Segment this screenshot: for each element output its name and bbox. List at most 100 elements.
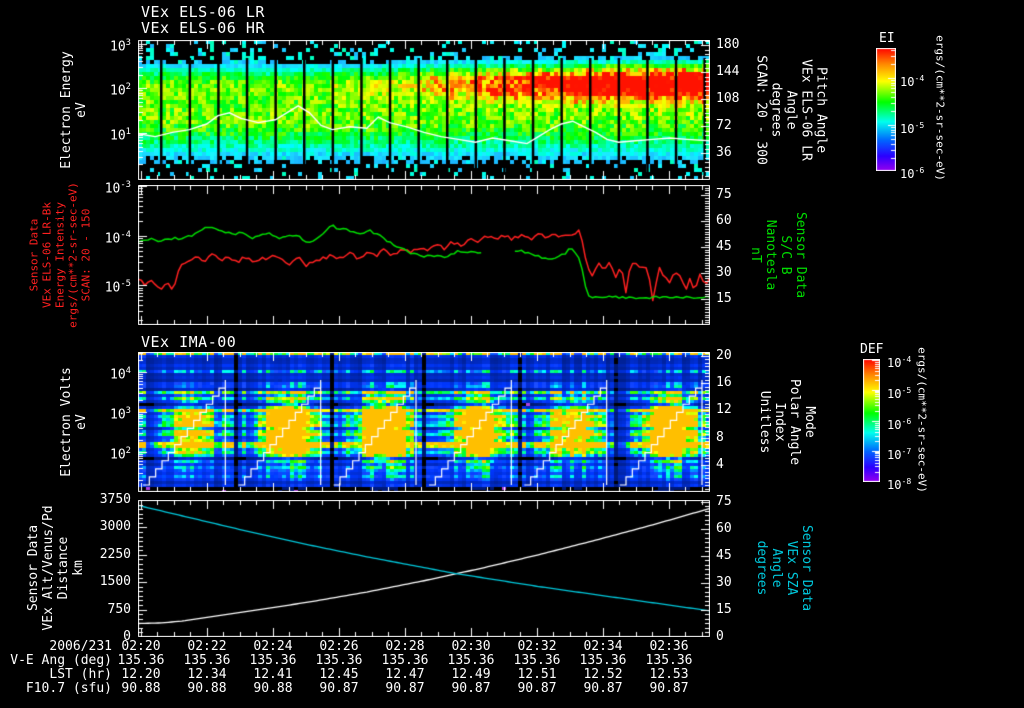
date-label: 2006/231: [49, 639, 112, 654]
axis-label-line: Pitch Angle: [813, 66, 829, 154]
table-row-label: V-E Ang (deg): [10, 653, 112, 668]
y-tick-label: 3750: [99, 492, 131, 507]
els-spectrogram-canvas: [138, 40, 710, 180]
table-cell: 12.41: [253, 667, 293, 682]
y-tick-label: 750: [107, 601, 131, 617]
right-axis-label: Mode Polar Angle Index Unitless: [757, 379, 817, 465]
table-cell: 12.20: [121, 667, 161, 682]
axis-label-line: Angle: [783, 90, 799, 130]
table-cell: 12.45: [319, 667, 359, 682]
y-tick-label: 3000: [99, 519, 131, 535]
altitude-sza-canvas: [138, 500, 710, 637]
colorbar-tick-label: 10-5: [887, 384, 912, 401]
colorbar-title: DEF: [860, 342, 884, 357]
ima-spectrogram-canvas: [138, 352, 710, 492]
table-cell: 135.36: [249, 653, 297, 668]
axis-label-line: Sensor Data: [26, 524, 41, 612]
table-cell: 135.36: [447, 653, 495, 668]
axis-label-line: Sensor Data: [793, 211, 808, 299]
y-tick-label: 8: [716, 429, 724, 445]
colorbar-tick-label: 10-6: [887, 415, 912, 432]
axis-label-line: Unitless: [757, 390, 772, 454]
axis-label-line: SCAN: 20 - 150: [79, 208, 93, 302]
intensity-bfield-canvas: [138, 185, 710, 325]
axis-label-line: S/C B: [778, 235, 793, 275]
y-tick-label: 2250: [99, 546, 131, 562]
table-cell: 12.47: [385, 667, 425, 682]
right-axis-label: Pitch Angle VEx ELS-06 LR Angle degrees SCAN…: [754, 55, 829, 165]
table-cell: 90.87: [385, 681, 425, 696]
colorbar-tick-label: 10-7: [887, 445, 912, 462]
axis-label-line: Nanotesla: [763, 219, 778, 291]
table-cell: 90.87: [649, 681, 689, 696]
time-tick-label: 02:36: [649, 639, 689, 654]
table-cell: 135.36: [513, 653, 561, 668]
axis-label-line: Sensor Data: [27, 218, 41, 292]
time-tick-label: 02:28: [385, 639, 425, 654]
ima-title: VEx IMA-00: [141, 333, 237, 351]
colorbar-ei: [876, 48, 896, 171]
table-cell: 12.51: [517, 667, 557, 682]
y-tick-label: 45: [716, 547, 732, 563]
table-cell: 90.87: [319, 681, 359, 696]
y-tick-label: 101: [110, 127, 131, 144]
time-tick-label: 02:24: [253, 639, 293, 654]
table-cell: 90.88: [187, 681, 227, 696]
y-tick-label: 60: [716, 213, 732, 229]
els-hr-title: VEx ELS-06 HR: [141, 19, 265, 37]
axis-label-line: VEx ELS-06 LR: [798, 59, 814, 161]
table-cell: 12.52: [583, 667, 623, 682]
y-tick-label: 0: [716, 629, 724, 644]
axis-label-line: Polar Angle: [787, 378, 802, 466]
table-cell: 135.36: [645, 653, 693, 668]
table-cell: 12.53: [649, 667, 689, 682]
axis-label-line: nT: [748, 247, 763, 263]
table-cell: 90.87: [517, 681, 557, 696]
colorbar-unit-label: ergs/(cm**2-sr-sec-eV): [915, 347, 929, 493]
colorbar-tick-label: 10-4: [900, 73, 925, 89]
colorbar-unit-label: ergs/(cm**2-sr-sec-eV): [933, 35, 947, 181]
y-tick-label: 108: [716, 91, 740, 107]
y-tick-label: 103: [110, 406, 131, 423]
y-tick-label: 102: [110, 445, 131, 463]
colorbar-tick-label: 10-8: [887, 475, 912, 492]
axis-label-line: VEx SZA: [784, 540, 799, 596]
time-tick-label: 02:22: [187, 639, 227, 654]
table-cell: 90.87: [451, 681, 491, 696]
time-tick-label: 02:34: [583, 639, 623, 654]
table-cell: 135.36: [117, 653, 165, 668]
axis-label-line: Mode: [802, 406, 817, 438]
axis-label-line: SCAN: 20 - 300: [753, 55, 769, 165]
left-axis-label: Electron Energy eV: [59, 51, 89, 168]
y-tick-label: 16: [716, 375, 732, 391]
y-tick-label: 4: [716, 456, 724, 472]
colorbar-tick-label: 10-6: [900, 165, 925, 182]
table-cell: 135.36: [579, 653, 627, 668]
y-tick-label: 102: [110, 82, 131, 99]
y-tick-label: 15: [716, 291, 732, 307]
y-tick-label: 30: [716, 265, 732, 281]
axis-label-line: ergs/(cm**2-sr-sec-eV): [66, 182, 80, 328]
time-tick-label: 02:26: [319, 639, 359, 654]
axis-label-line: VEx ELS-06 LR-Bk: [40, 202, 54, 308]
right-axis-label: Sensor Data VEx SZA Angle degrees: [754, 525, 814, 611]
y-tick-label: 75: [716, 187, 732, 203]
time-tick-label: 02:32: [517, 639, 557, 654]
y-tick-label: 10-5: [104, 279, 131, 296]
y-tick-label: 144: [716, 64, 740, 80]
axis-label-line: degrees: [768, 82, 784, 138]
table-row-label: F10.7 (sfu): [25, 681, 112, 696]
axis-label-line: Sensor Data: [799, 524, 814, 612]
colorbar-title: EI: [879, 31, 895, 46]
colorbar-def: [863, 359, 880, 482]
axis-label-line: Index: [772, 402, 787, 442]
y-tick-label: 75: [716, 493, 732, 509]
table-cell: 135.36: [381, 653, 429, 668]
y-tick-label: 10-4: [104, 229, 131, 247]
colorbar-tick-label: 10-4: [887, 354, 912, 370]
y-tick-label: 180: [716, 37, 740, 53]
y-tick-label: 103: [110, 37, 131, 54]
y-tick-label: 1500: [99, 574, 131, 590]
y-tick-label: 12: [716, 402, 732, 418]
science-plot-screen: VEx ELS-06 LR VEx ELS-06 HR VEx IMA-00 E…: [0, 0, 1024, 708]
